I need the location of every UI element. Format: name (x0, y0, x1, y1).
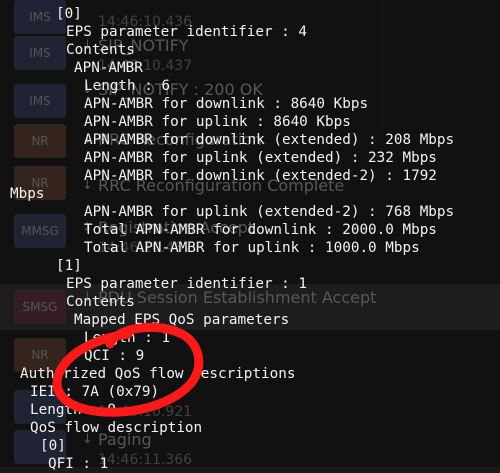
decode-line: [0] (56, 6, 82, 22)
decode-line: QCI : 9 (84, 348, 145, 364)
decode-line: APN-AMBR for uplink (extended) : 232 Mbp… (84, 150, 437, 166)
decode-line: APN-AMBR for downlink (extended-2) : 179… (84, 168, 437, 184)
decode-line: Total APN-AMBR for uplink : 1000.0 Mbps (84, 240, 420, 256)
decode-line: Contents (66, 294, 135, 310)
decode-line: IEI : 7A (0x79) (30, 384, 160, 400)
decode-line: APN-AMBR for downlink (extended) : 208 M… (84, 132, 455, 148)
decode-line: EPS parameter identifier : 4 (66, 24, 308, 40)
decode-line: Length : 1 (84, 330, 171, 346)
decode-line: QFI : 1 (48, 456, 109, 472)
decode-line: Mbps (10, 186, 45, 202)
decode-line: [0] (40, 438, 66, 454)
decode-line: APN-AMBR for uplink : 8640 Kbps (84, 114, 351, 130)
decode-line: [1] (56, 258, 82, 274)
decode-line: APN-AMBR for downlink : 8640 Kbps (84, 96, 369, 112)
decode-line: APN-AMBR (74, 60, 143, 76)
decode-line: Authorized QoS flow descriptions (20, 366, 296, 382)
decode-line: Length : 6 (84, 78, 171, 94)
decode-line: QoS flow description (30, 420, 203, 436)
decoded-message-panel: [0] EPS parameter identifier : 4 Contents A… (0, 0, 500, 472)
decode-overlay: [0] EPS parameter identifier : 4 Contents A… (0, 0, 500, 472)
decode-line: Length : 9 (30, 402, 117, 418)
decode-line: Contents (66, 42, 135, 58)
decode-line: EPS parameter identifier : 1 (66, 276, 308, 292)
decode-line: APN-AMBR for uplink (extended-2) : 768 M… (84, 204, 455, 220)
decode-line: Total APN-AMBR for downlink : 2000.0 Mbp… (84, 222, 437, 238)
decode-line: Mapped EPS QoS parameters (74, 312, 290, 328)
